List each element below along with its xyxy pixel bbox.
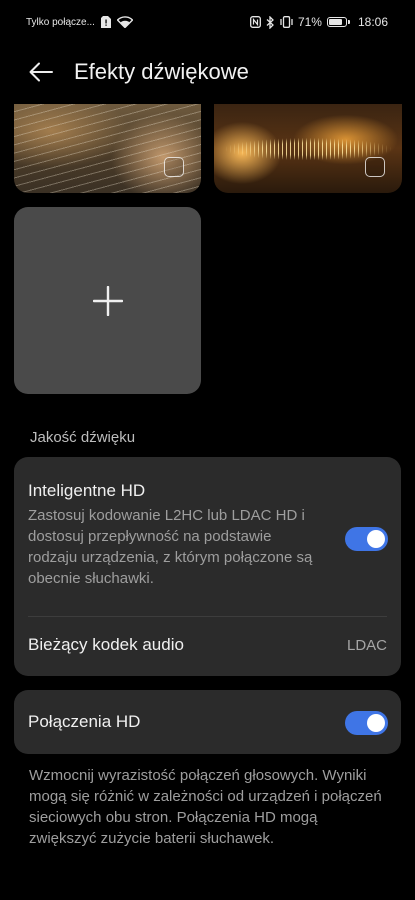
codec-value: LDAC <box>346 637 387 654</box>
hd-calls-toggle[interactable] <box>345 711 388 735</box>
add-effect-button[interactable] <box>14 207 201 394</box>
arrow-left-icon <box>29 62 53 82</box>
header: Efekty dźwiękowe <box>0 50 415 94</box>
smart-hd-title: Inteligentne HD <box>28 481 146 500</box>
battery-fill <box>328 19 342 25</box>
sound-quality-card: Inteligentne HD Zastosuj kodowanie L2HC … <box>14 457 401 676</box>
divider <box>28 616 387 617</box>
status-left: Tylko połącze... <box>26 16 133 28</box>
hd-calls-card: Połączenia HD <box>14 690 401 754</box>
bluetooth-icon <box>266 15 275 29</box>
hd-calls-note: Wzmocnij wyrazistość połączeń głosowych.… <box>29 767 382 847</box>
sim-alert-icon <box>100 16 111 28</box>
section-title-sound-quality: Jakość dźwięku <box>30 429 136 446</box>
guitar-image <box>14 104 201 193</box>
plus-icon <box>92 285 123 316</box>
waveform-effect-card[interactable] <box>214 104 402 193</box>
status-bar: Tylko połącze... 71% 18:06 <box>0 0 415 44</box>
smart-hd-toggle[interactable] <box>345 527 388 551</box>
guitar-effect-card[interactable] <box>14 104 201 193</box>
guitar-effect-checkbox[interactable] <box>164 157 184 177</box>
toggle-knob <box>367 530 385 548</box>
battery-percent: 71% <box>297 15 322 29</box>
carrier-text: Tylko połącze... <box>26 16 95 28</box>
clock: 18:06 <box>357 15 388 29</box>
page-title: Efekty dźwiękowe <box>74 59 249 84</box>
battery-icon <box>326 17 350 27</box>
toggle-knob <box>367 714 385 732</box>
back-button[interactable] <box>19 50 63 94</box>
wifi-icon <box>116 16 133 28</box>
status-right: 71% 18:06 <box>249 15 388 29</box>
vibrate-icon <box>280 16 293 28</box>
waveform-effect-checkbox[interactable] <box>365 157 385 177</box>
nfc-icon <box>249 16 261 28</box>
hd-calls-label: Połączenia HD <box>28 712 141 731</box>
codec-label: Bieżący kodek audio <box>28 635 184 654</box>
smart-hd-description: Zastosuj kodowanie L2HC lub LDAC HD i do… <box>28 507 313 587</box>
